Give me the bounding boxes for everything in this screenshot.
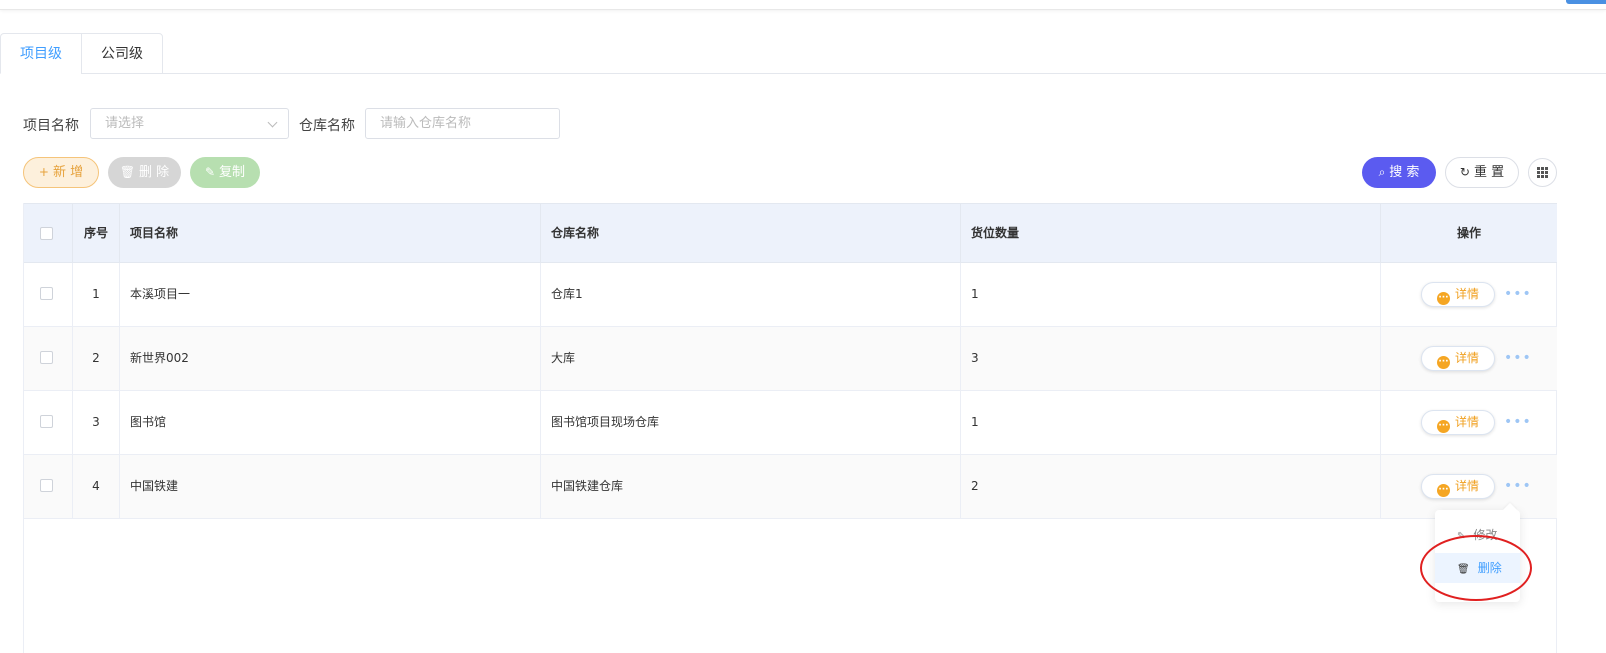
select-all-checkbox[interactable] [40,227,53,240]
table-row: 2 新世界002 大库 3 ··· 详情 ••• [24,327,1557,391]
copy-button[interactable]: ✎ 复制 [190,157,260,188]
row-project-name: 中国铁建 [120,455,541,518]
row-operations: ··· 详情 ••• [1381,391,1557,454]
row-select-cell [24,455,73,518]
header-accent [1566,0,1606,4]
column-settings-button[interactable] [1528,158,1557,187]
detail-button[interactable]: ··· 详情 [1421,282,1495,307]
detail-button-label: 详情 [1454,479,1479,493]
reset-button-label: 重 置 [1473,165,1505,180]
more-circle-icon: ··· [1436,484,1450,497]
detail-button[interactable]: ··· 详情 [1421,346,1495,371]
tab-project-level[interactable]: 项目级 [0,33,82,74]
row-warehouse-name: 中国铁建仓库 [541,455,961,518]
ellipsis-icon[interactable]: ••• [1504,479,1532,493]
more-circle-icon: ··· [1436,292,1450,305]
table-header: 序号 项目名称 仓库名称 货位数量 操作 [24,203,1557,263]
row-warehouse-name: 仓库1 [541,263,961,326]
ellipsis-icon[interactable]: ••• [1504,351,1532,365]
project-name-label: 项目名称 [23,118,79,134]
copy-button-label: 复制 [219,165,246,180]
row-project-name: 图书馆 [120,391,541,454]
trash-icon: 🗑︎ [119,165,136,179]
warehouse-name-label: 仓库名称 [299,118,355,134]
plus-icon: + [38,165,49,179]
row-slot-count: 1 [961,391,1381,454]
row-warehouse-name: 大库 [541,327,961,390]
delete-button[interactable]: 🗑︎ 删 除 [108,157,181,188]
highlight-annotation-circle [1420,535,1532,601]
row-checkbox[interactable] [40,351,53,364]
header-index: 序号 [73,204,120,263]
row-warehouse-name: 图书馆项目现场仓库 [541,391,961,454]
top-header [0,0,1606,10]
row-select-cell [24,263,73,326]
detail-button[interactable]: ··· 详情 [1421,474,1495,499]
row-select-cell [24,327,73,390]
refresh-icon: ↻ [1459,165,1470,179]
row-slot-count: 2 [961,455,1381,518]
table-row: 4 中国铁建 中国铁建仓库 2 ··· 详情 ••• [24,455,1557,519]
header-project-name: 项目名称 [120,204,541,263]
row-operations: ··· 详情 ••• [1381,263,1557,326]
tab-bar: 项目级 公司级 [0,33,1606,74]
row-select-cell [24,391,73,454]
add-button[interactable]: + 新 增 [23,157,99,188]
header-operations: 操作 [1456,226,1481,240]
ellipsis-icon[interactable]: ••• [1504,287,1532,301]
data-table: 序号 项目名称 仓库名称 货位数量 操作 1 本溪项目一 仓库1 1 ··· 详情… [23,203,1557,653]
row-checkbox[interactable] [40,287,53,300]
search-button-label: 搜 索 [1389,165,1420,180]
reset-button[interactable]: ↻ 重 置 [1445,157,1519,188]
row-index: 1 [73,263,120,326]
row-index: 4 [73,455,120,518]
row-operations: ··· 详情 ••• [1381,327,1557,390]
header-warehouse-name: 仓库名称 [541,204,961,263]
chevron-down-icon [267,117,278,128]
tab-company-level[interactable]: 公司级 [81,33,163,74]
header-slot-count: 货位数量 [961,204,1381,263]
row-index: 2 [73,327,120,390]
row-slot-count: 1 [961,263,1381,326]
header-select-cell [24,204,73,263]
more-circle-icon: ··· [1436,420,1450,433]
table-row: 3 图书馆 图书馆项目现场仓库 1 ··· 详情 ••• [24,391,1557,455]
grid-icon [1537,167,1548,178]
warehouse-name-input[interactable] [365,108,560,139]
row-project-name: 本溪项目一 [120,263,541,326]
table-row: 1 本溪项目一 仓库1 1 ··· 详情 ••• [24,263,1557,327]
row-project-name: 新世界002 [120,327,541,390]
search-button[interactable]: ⌕ 搜 索 [1362,157,1436,188]
detail-button-label: 详情 [1454,415,1479,429]
detail-button[interactable]: ··· 详情 [1421,410,1495,435]
row-checkbox[interactable] [40,415,53,428]
row-index: 3 [73,391,120,454]
add-button-label: 新 增 [52,165,84,180]
delete-button-label: 删 除 [139,165,170,180]
row-operations: ··· 详情 ••• [1381,455,1557,518]
detail-button-label: 详情 [1454,351,1479,365]
row-checkbox[interactable] [40,479,53,492]
more-circle-icon: ··· [1436,356,1450,369]
edit-icon: ✎ [204,165,216,179]
project-select[interactable]: 请选择 [90,108,289,139]
detail-button-label: 详情 [1454,287,1479,301]
ellipsis-icon[interactable]: ••• [1504,415,1532,429]
project-select-placeholder: 请选择 [105,116,145,131]
row-slot-count: 3 [961,327,1381,390]
search-icon: ⌕ [1378,165,1386,179]
